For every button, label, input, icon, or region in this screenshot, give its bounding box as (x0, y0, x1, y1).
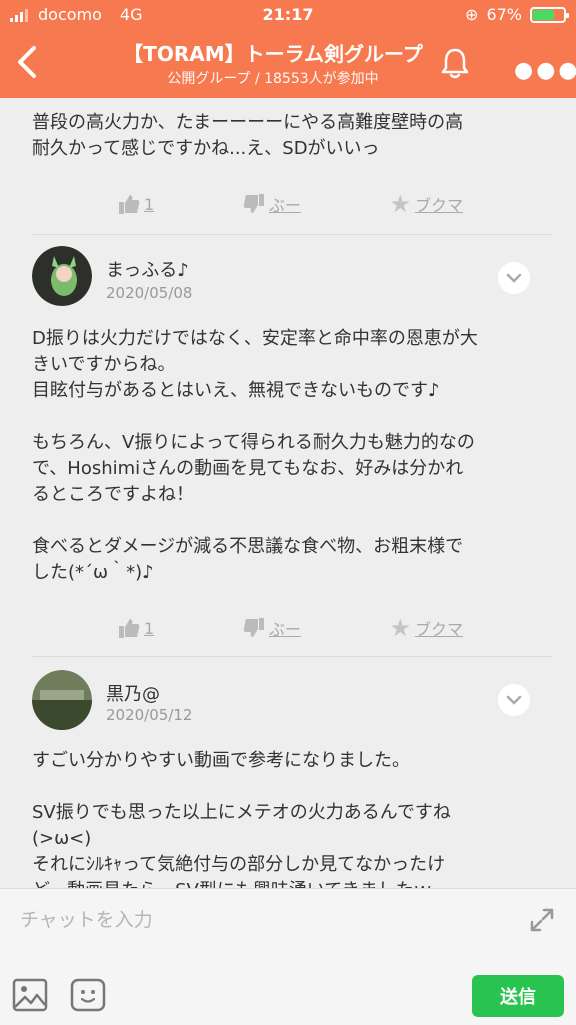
post-actions: 1 ぶー ★ ブクマ (118, 614, 463, 642)
post-body: D振りは火力だけではなく、安定率と命中率の恩恵が大 きいですからね。 目眩付与が… (32, 328, 478, 583)
back-icon[interactable] (12, 44, 42, 80)
image-icon[interactable] (12, 977, 48, 1013)
post-menu-button[interactable] (498, 684, 530, 716)
expand-icon[interactable] (528, 906, 556, 934)
bookmark-label: ブクマ (414, 196, 463, 215)
message-list[interactable]: 普段の高火力か、たまーーーーにやる高難度壁時の高 耐久かって感じですかね...え… (0, 98, 576, 888)
divider (32, 234, 552, 235)
post-body: すごい分かりやすい動画で参考になりました。 SV振りでも思った以上にメテオの火力… (32, 750, 451, 888)
like-count: 1 (144, 618, 155, 638)
post-body: 普段の高火力か、たまーーーーにやる高難度壁時の高 耐久かって感じですかね...え… (32, 112, 464, 159)
like-count: 1 (144, 194, 155, 214)
orientation-lock-icon: ⊕ (465, 5, 479, 24)
post-actions: 1 ぶー ★ ブクマ (118, 190, 463, 218)
more-menu-icon[interactable]: ●●● (514, 58, 576, 83)
group-subtitle: 公開グループ / 18553人が参加中 (167, 71, 379, 87)
bookmark-label: ブクマ (414, 620, 463, 639)
star-icon: ★ (389, 190, 411, 218)
stamp-icon[interactable] (70, 977, 106, 1013)
group-title: 【TORAM】トーラム剣グループ (123, 42, 423, 66)
bookmark-button[interactable]: ★ ブクマ (389, 614, 463, 642)
thumbs-down-icon (243, 194, 264, 213)
thumbs-down-icon (243, 618, 264, 637)
thumbs-up-icon (119, 619, 140, 638)
battery-icon (530, 6, 569, 23)
avatar[interactable] (32, 670, 92, 730)
chevron-down-icon (506, 695, 522, 705)
chat-input[interactable]: チャットを入力 (20, 905, 153, 932)
app-header: 【TORAM】トーラム剣グループ 公開グループ / 18553人が参加中 ●●● (0, 30, 576, 98)
author-name[interactable]: まっふる♪ (106, 256, 189, 282)
status-bar: docomo 4G 21:17 ⊕ 67% (0, 0, 576, 30)
chevron-down-icon (506, 273, 522, 283)
post-date: 2020/05/12 (106, 706, 193, 724)
post-menu-button[interactable] (498, 262, 530, 294)
battery-percent: 67% (486, 5, 522, 24)
like-button[interactable]: 1 (118, 617, 154, 639)
post-date: 2020/05/08 (106, 284, 193, 302)
boo-label: ぶー (268, 620, 301, 639)
thumbs-up-icon (119, 195, 140, 214)
bookmark-button[interactable]: ★ ブクマ (389, 190, 463, 218)
avatar[interactable] (32, 246, 92, 306)
divider (32, 656, 552, 657)
boo-button[interactable]: ぶー (243, 616, 301, 640)
send-button[interactable]: 送信 (472, 975, 564, 1017)
star-icon: ★ (389, 614, 411, 642)
bell-icon[interactable] (438, 46, 472, 80)
like-button[interactable]: 1 (118, 193, 154, 215)
boo-button[interactable]: ぶー (243, 192, 301, 216)
boo-label: ぶー (268, 196, 301, 215)
author-name[interactable]: 黒乃@ (106, 680, 160, 706)
